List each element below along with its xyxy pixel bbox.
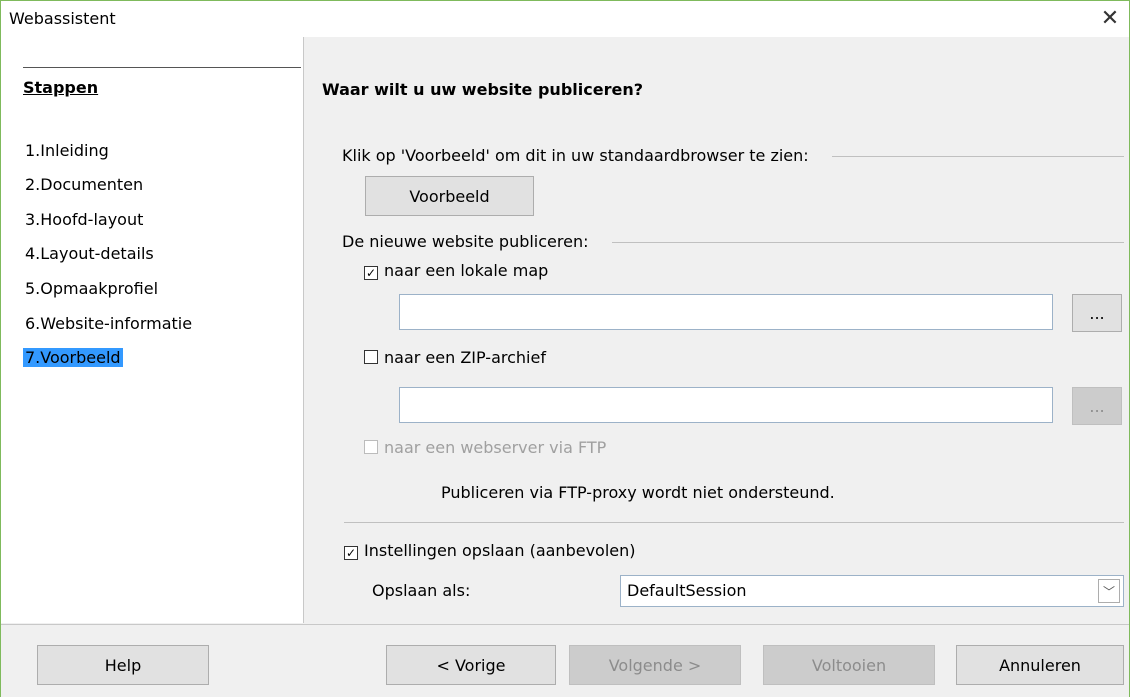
local-folder-browse-button[interactable]: ... (1072, 294, 1122, 332)
local-folder-checkbox[interactable]: ✓ (364, 266, 378, 280)
settings-rule (344, 522, 1124, 523)
steps-sidebar: Stappen 1.Inleiding 2.Documenten 3.Hoofd… (1, 37, 303, 623)
ftp-option[interactable]: naar een webserver via FTP (364, 438, 606, 457)
web-wizard-dialog: Webassistent ✕ Stappen 1.Inleiding 2.Doc… (0, 0, 1130, 697)
page-heading: Waar wilt u uw website publiceren? (322, 80, 643, 99)
zip-archive-path-input[interactable] (399, 387, 1053, 423)
chevron-down-icon[interactable]: ﹀ (1098, 579, 1120, 603)
help-button[interactable]: Help (37, 645, 209, 685)
save-settings-option[interactable]: ✓ Instellingen opslaan (aanbevolen) (344, 541, 636, 560)
step-documents[interactable]: 2.Documenten (23, 175, 145, 194)
title-bar: Webassistent ✕ (1, 1, 1129, 37)
zip-archive-browse-button[interactable]: ... (1072, 387, 1122, 425)
publish-label: De nieuwe website publiceren: (342, 232, 589, 251)
save-as-value: DefaultSession (627, 581, 747, 600)
zip-archive-label: naar een ZIP-archief (384, 348, 546, 367)
save-as-dropdown[interactable]: DefaultSession ﹀ (620, 575, 1124, 607)
step-preview[interactable]: 7.Voorbeeld (23, 348, 123, 367)
close-icon[interactable]: ✕ (1095, 5, 1125, 33)
step-introduction[interactable]: 1.Inleiding (23, 141, 111, 160)
finish-button[interactable]: Voltooien (763, 645, 935, 685)
local-folder-option[interactable]: ✓ naar een lokale map (364, 261, 548, 280)
zip-archive-option[interactable]: naar een ZIP-archief (364, 348, 546, 367)
publish-rule (612, 242, 1124, 243)
save-settings-checkbox[interactable]: ✓ (344, 546, 358, 560)
preview-button[interactable]: Voorbeeld (365, 176, 534, 216)
step-main-layout[interactable]: 3.Hoofd-layout (23, 210, 145, 229)
step-website-info[interactable]: 6.Website-informatie (23, 314, 194, 333)
next-button[interactable]: Volgende > (569, 645, 741, 685)
steps-title: Stappen (23, 78, 99, 97)
ftp-checkbox[interactable] (364, 440, 378, 454)
zip-archive-checkbox[interactable] (364, 350, 378, 364)
cancel-button[interactable]: Annuleren (956, 645, 1124, 685)
footer-bar: Help < Vorige Volgende > Voltooien Annul… (1, 624, 1129, 697)
main-panel: Waar wilt u uw website publiceren? Klik … (304, 37, 1129, 623)
previous-button[interactable]: < Vorige (386, 645, 556, 685)
step-style[interactable]: 5.Opmaakprofiel (23, 279, 160, 298)
local-folder-label: naar een lokale map (384, 261, 549, 280)
preview-rule (832, 156, 1124, 157)
ftp-label: naar een webserver via FTP (384, 438, 607, 457)
local-folder-path-input[interactable] (399, 294, 1053, 330)
steps-divider (23, 67, 301, 68)
preview-prompt: Klik op 'Voorbeeld' om dit in uw standaa… (342, 146, 809, 165)
save-settings-label: Instellingen opslaan (aanbevolen) (364, 541, 636, 560)
save-as-label: Opslaan als: (372, 581, 471, 600)
ftp-proxy-note: Publiceren via FTP-proxy wordt niet onde… (441, 483, 835, 502)
window-title: Webassistent (9, 9, 116, 28)
step-layout-details[interactable]: 4.Layout-details (23, 244, 156, 263)
